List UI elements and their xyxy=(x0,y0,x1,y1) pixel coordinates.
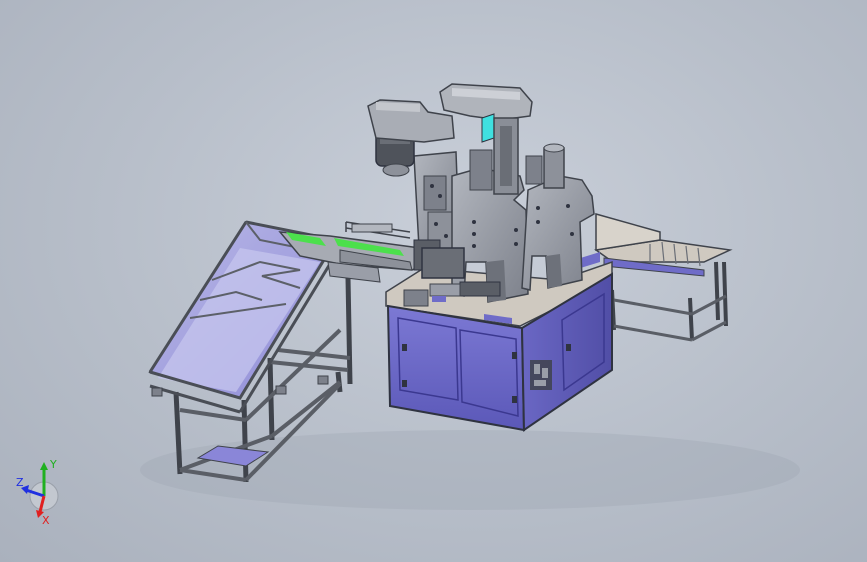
x-axis-label: X xyxy=(42,514,50,527)
z-axis-label: Z xyxy=(16,476,24,489)
right-outfeed-conveyor[interactable] xyxy=(594,213,733,342)
coordinate-triad: Y Z X xyxy=(12,448,76,528)
floor-shadow xyxy=(140,430,800,510)
cad-viewport[interactable]: Y Z X xyxy=(0,0,867,562)
assembly-model[interactable] xyxy=(0,0,867,562)
y-axis-label: Y xyxy=(49,458,57,471)
press-unit-right[interactable] xyxy=(521,143,595,291)
